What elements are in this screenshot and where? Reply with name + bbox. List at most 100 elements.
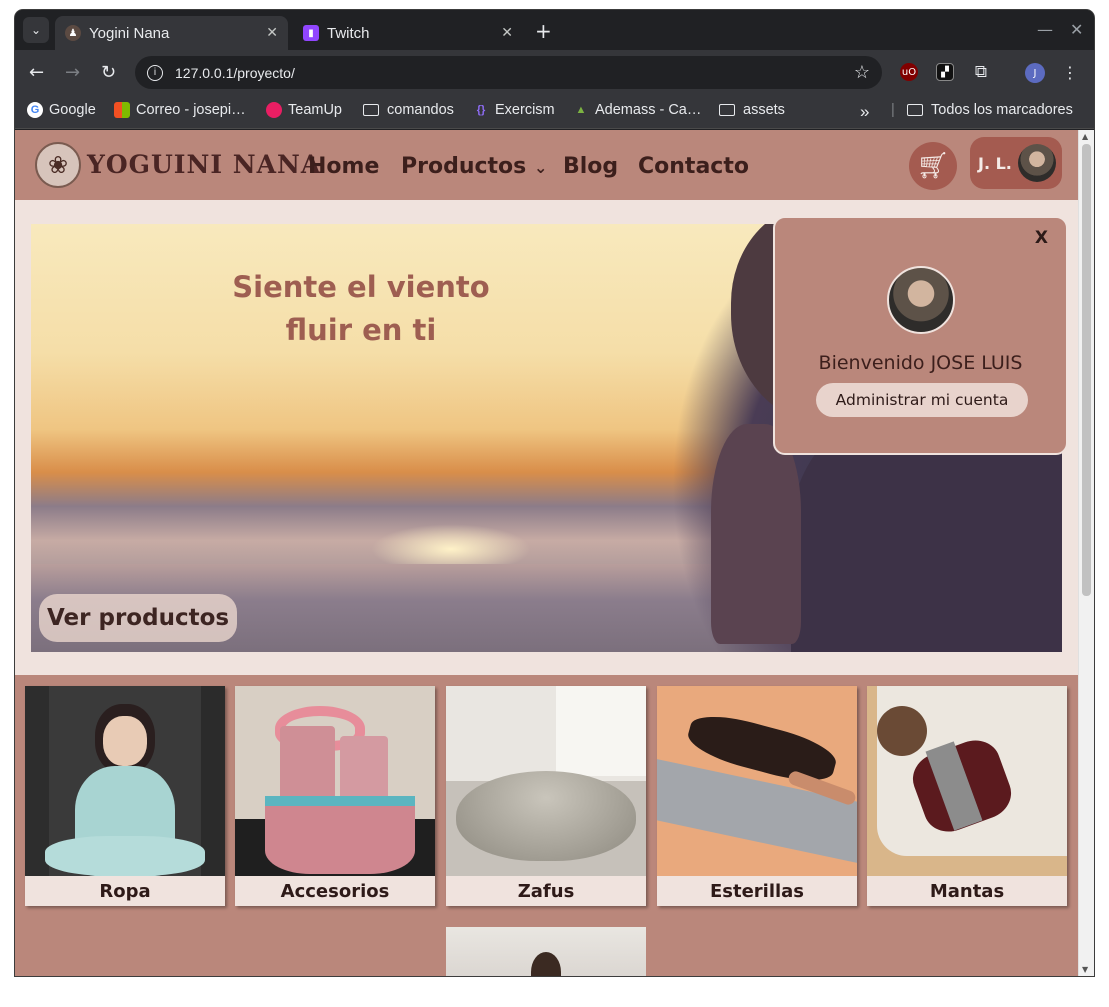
category-label: Zafus [517,880,575,902]
scroll-up-icon[interactable]: ▲ [1082,132,1088,141]
scrollbar-thumb[interactable] [1082,144,1091,596]
folder-icon [363,104,379,116]
category-label: Mantas [929,880,1005,902]
folder-icon [907,104,923,116]
welcome-popup: X Bienvenido JOSE LUIS Administrar mi cu… [773,216,1068,455]
cart-icon[interactable]: 🛒︎ [909,142,957,190]
ademass-icon: ▲ [575,104,587,116]
slogan-line-1: Siente el viento [232,270,490,304]
browser-toolbar: ← → ↻ i 127.0.0.1/proyecto/ ☆ uO ▞ ⧉ J ⋮ [15,50,1094,95]
welcome-text: Bienvenido JOSE LUIS [818,352,1023,374]
page-scrollbar[interactable]: ▲ ▼ [1078,130,1094,976]
tab-search-icon[interactable]: ⌄ [23,17,49,43]
category-card-esterillas[interactable]: Esterillas [657,686,857,906]
user-menu-button[interactable]: J. L. [970,137,1062,189]
categories-section: Ropa Accesorios Zafus Esterillas Mantas [15,675,1078,976]
bookmark-label: Todos los marcadores [931,102,1073,118]
bookmark-label: Ademass - Ca… [595,102,702,118]
see-products-button[interactable]: Ver productos [39,594,238,642]
category-card-partial[interactable] [446,927,646,976]
bookmark-label: Correo - josepi… [136,102,246,118]
bookmark-google[interactable]: G Google [27,102,96,118]
site-navbar: ❀ YOGUINI NANA Home Productos ⌄ Blog Con… [15,130,1078,200]
category-image [446,686,646,876]
website: ❀ YOGUINI NANA Home Productos ⌄ Blog Con… [15,130,1078,976]
nav-home[interactable]: Home [308,154,379,179]
yoga-favicon-icon: ♟ [65,25,81,41]
site-brand[interactable]: YOGUINI NANA [87,150,321,179]
close-tab-icon[interactable]: ✕ [501,25,513,41]
twitch-favicon-icon: ▮ [303,25,319,41]
user-initials: J. L. [978,153,1012,173]
bookmark-assets[interactable]: assets [719,102,785,118]
google-icon: G [27,102,43,118]
manage-account-button[interactable]: Administrar mi cuenta [816,383,1028,417]
bookmark-ademass[interactable]: ▲ Ademass - Ca… [573,102,702,118]
bookmark-label: assets [743,102,785,118]
tab-twitch[interactable]: ▮ Twitch ✕ [293,16,523,50]
category-image [867,686,1067,876]
more-bookmarks-icon[interactable]: » [860,102,869,122]
category-label: Ropa [99,880,151,902]
chevron-down-icon: ⌄ [533,158,548,177]
nav-productos-label: Productos [401,154,527,179]
bookmarks-divider: | [891,102,895,118]
ublock-icon[interactable]: uO [900,63,918,81]
reload-icon[interactable]: ↻ [101,62,116,83]
tab-title: Yogini Nana [89,24,170,42]
bookmark-star-icon[interactable]: ☆ [854,62,870,83]
bookmark-correo[interactable]: Correo - josepi… [114,102,246,118]
outlook-icon [114,102,130,118]
category-image [657,686,857,876]
browser-window: ⌄ ♟ Yogini Nana ✕ ▮ Twitch ✕ + — ✕ ← → ↻… [15,10,1094,976]
teamup-icon [266,102,282,118]
category-card-accesorios[interactable]: Accesorios [235,686,435,906]
category-image [235,686,435,876]
profile-avatar[interactable]: J [1025,63,1045,83]
tab-title: Twitch [327,24,370,42]
avatar [887,266,955,334]
slogan-line-2: fluir en ti [285,313,437,347]
page-viewport: ❀ YOGUINI NANA Home Productos ⌄ Blog Con… [15,130,1094,976]
meditation-logo-icon[interactable]: ❀ [35,142,81,188]
scroll-down-icon[interactable]: ▼ [1082,965,1088,974]
extension-icon[interactable]: ▞ [936,63,954,81]
category-card-zafus[interactable]: Zafus [446,686,646,906]
nav-blog[interactable]: Blog [563,154,618,179]
category-card-mantas[interactable]: Mantas [867,686,1067,906]
puzzle-extensions-icon[interactable]: ⧉ [972,62,990,82]
new-tab-icon[interactable]: + [535,19,552,43]
popup-close-button[interactable]: X [1035,228,1048,248]
close-tab-icon[interactable]: ✕ [266,25,278,41]
hero-slogan: Siente el viento fluir en ti [221,266,501,352]
bookmark-label: Google [49,102,96,118]
address-bar[interactable]: i 127.0.0.1/proyecto/ ☆ [135,56,882,89]
url-text: 127.0.0.1/proyecto/ [175,64,295,81]
category-image [531,952,561,976]
all-bookmarks[interactable]: Todos los marcadores [907,102,1073,118]
nav-productos[interactable]: Productos ⌄ [401,154,547,179]
category-label: Accesorios [280,880,390,902]
back-icon[interactable]: ← [29,62,44,83]
bookmark-exercism[interactable]: {} Exercism [473,102,555,118]
tab-yogini-nana[interactable]: ♟ Yogini Nana ✕ [55,16,288,50]
minimize-icon[interactable]: — [1037,20,1053,39]
bookmark-label: Exercism [495,102,555,118]
close-window-icon[interactable]: ✕ [1070,20,1083,39]
folder-icon [719,104,735,116]
category-card-ropa[interactable]: Ropa [25,686,225,906]
nav-contacto[interactable]: Contacto [638,154,749,179]
category-label: Esterillas [709,880,805,902]
bookmark-label: comandos [387,102,454,118]
bookmark-teamup[interactable]: TeamUp [266,102,342,118]
site-info-icon[interactable]: i [147,64,163,81]
bookmark-comandos[interactable]: comandos [363,102,454,118]
tab-strip: ⌄ ♟ Yogini Nana ✕ ▮ Twitch ✕ + — ✕ [15,10,1094,50]
avatar [1017,144,1056,182]
forward-icon[interactable]: → [65,62,80,83]
hero-silhouette-hands [711,424,801,644]
exercism-icon: {} [476,104,486,116]
bookmark-label: TeamUp [288,102,342,118]
bookmarks-bar: G Google Correo - josepi… TeamUp comando… [15,95,1094,129]
menu-kebab-icon[interactable]: ⋮ [1061,63,1079,82]
